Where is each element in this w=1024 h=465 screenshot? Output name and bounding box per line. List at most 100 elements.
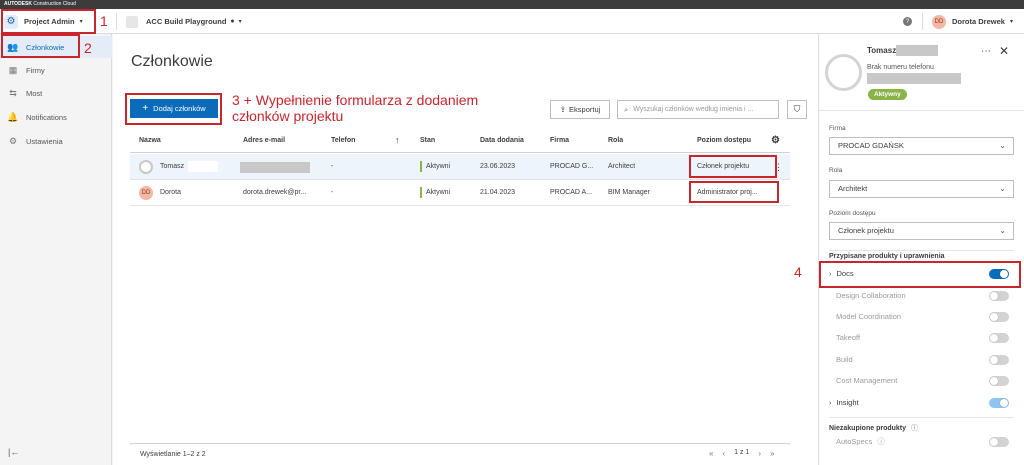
- sidebar-item-settings[interactable]: ⚙ Ustawienia: [0, 130, 112, 152]
- panel-member-name: Tomasz: [867, 46, 897, 55]
- avatar: DD: [139, 186, 153, 200]
- member-role: BIM Manager: [608, 189, 651, 196]
- autospecs-toggle[interactable]: [989, 437, 1009, 447]
- product-label: Design Collaboration: [836, 291, 906, 300]
- sidebar-item-label: Most: [26, 88, 43, 98]
- col-status[interactable]: Stan: [420, 128, 435, 153]
- column-settings-icon[interactable]: ⚙: [771, 128, 780, 153]
- sidebar: 👥 Członkowie ▦ Firmy ⇆ Most 🔔 Notificati…: [0, 34, 112, 465]
- close-icon[interactable]: ✕: [999, 44, 1009, 58]
- status-badge: Aktywny: [868, 89, 907, 100]
- role-select[interactable]: Architekt ⌄: [829, 180, 1014, 198]
- member-company: PROCAD G...: [550, 163, 594, 170]
- page-indicator: 1 z 1: [734, 449, 750, 456]
- export-icon: ⇪: [559, 105, 567, 114]
- annotation-box-4: [819, 261, 1021, 288]
- annotation-box-1: [1, 9, 96, 34]
- filter-button[interactable]: ⛉: [787, 100, 807, 119]
- product-model-coordination: Model Coordination: [829, 307, 1019, 327]
- company-label: Firma: [829, 125, 846, 132]
- member-detail-panel: Tomasz ⋯ ✕ Brak numeru telefonu Aktywny …: [818, 34, 1024, 465]
- sort-arrow-icon[interactable]: ↑: [395, 128, 400, 153]
- pagination: « ‹ 1 z 1 › »: [709, 449, 774, 458]
- last-page-icon[interactable]: »: [770, 449, 774, 458]
- annotation-4: 4: [794, 264, 802, 280]
- search-icon: ⌕: [624, 104, 629, 114]
- search-placeholder: Wyszukaj członków według imienia i ...: [633, 106, 754, 113]
- annotation-3: 3 + Wypełnienie formularza z dodaniem cz…: [232, 92, 479, 124]
- project-switcher[interactable]: ACC Build Playground ● ▾: [126, 9, 256, 34]
- model-coordination-toggle[interactable]: [989, 312, 1009, 322]
- product-takeoff: Takeoff: [829, 328, 1019, 348]
- help-icon: ?: [903, 17, 912, 26]
- panel-phone: Brak numeru telefonu: [867, 64, 934, 71]
- search-input[interactable]: ⌕ Wyszukaj członków według imienia i ...: [617, 100, 779, 119]
- member-role: Architect: [608, 163, 636, 170]
- pagination-summary: Wyświetlanie 1–2 z 2: [140, 451, 206, 458]
- member-name[interactable]: Dorota: [160, 180, 181, 206]
- collapse-sidebar-icon[interactable]: |←: [8, 447, 19, 457]
- sidebar-item-notifications[interactable]: 🔔 Notifications: [0, 106, 112, 128]
- annotation-box-access-1: [689, 155, 777, 178]
- member-name[interactable]: Tomasz: [160, 154, 184, 180]
- panel-more-icon[interactable]: ⋯: [981, 46, 991, 57]
- cost-management-toggle[interactable]: [989, 376, 1009, 386]
- sidebar-item-label: Firmy: [26, 65, 45, 75]
- member-phone: -: [331, 189, 334, 196]
- annotation-box-access-2: [689, 181, 779, 203]
- product-label: Insight: [836, 398, 859, 407]
- annotation-2: 2: [84, 40, 92, 56]
- redacted-email: [240, 162, 310, 173]
- status-text: Aktywni: [426, 163, 451, 170]
- export-button[interactable]: ⇪ Eksportuj: [550, 100, 610, 119]
- sidebar-item-companies[interactable]: ▦ Firmy: [0, 59, 112, 81]
- member-date: 23.06.2023: [480, 163, 516, 170]
- access-level-select[interactable]: Członek projektu ⌄: [829, 222, 1014, 240]
- col-phone[interactable]: Telefon: [331, 128, 355, 153]
- chevron-right-icon: ›: [829, 398, 832, 407]
- role-value: Architekt: [838, 184, 868, 193]
- sidebar-item-label: Ustawienia: [26, 136, 63, 146]
- product-insight[interactable]: › Insight: [829, 393, 1019, 413]
- next-page-icon[interactable]: ›: [758, 449, 761, 458]
- member-date: 21.04.2023: [480, 189, 516, 196]
- product-cost-management: Cost Management: [829, 371, 1019, 391]
- user-avatar: DD: [932, 14, 946, 29]
- annotation-box-3: [125, 93, 222, 125]
- project-name: ACC Build Playground: [146, 17, 227, 26]
- product-build: Build: [829, 350, 1019, 370]
- company-select[interactable]: PROCAD GDAŃSK ⌄: [829, 137, 1014, 155]
- col-company[interactable]: Firma: [550, 128, 569, 153]
- design-collaboration-toggle[interactable]: [989, 291, 1009, 301]
- info-icon: ⓘ: [877, 437, 885, 446]
- product-autospecs: AutoSpecs ⓘ: [829, 432, 1019, 452]
- first-page-icon[interactable]: «: [709, 449, 713, 458]
- project-icon: [126, 15, 138, 28]
- col-name[interactable]: Nazwa: [139, 128, 161, 153]
- takeoff-toggle[interactable]: [989, 333, 1009, 343]
- member-company: PROCAD A...: [550, 189, 593, 196]
- prev-page-icon[interactable]: ‹: [722, 449, 725, 458]
- access-level-label: Poziom dostępu: [829, 210, 876, 217]
- insight-toggle[interactable]: [989, 398, 1009, 408]
- chevron-down-icon: ▾: [238, 19, 242, 25]
- col-email[interactable]: Adres e-mail: [243, 128, 285, 153]
- product-label: Model Coordination: [836, 312, 902, 321]
- redacted-surname: [188, 161, 218, 172]
- unpurchased-heading-text: Niezakupione produkty: [829, 425, 907, 432]
- chevron-down-icon: ▾: [1009, 19, 1013, 25]
- col-role[interactable]: Rola: [608, 128, 623, 153]
- sidebar-item-bridge[interactable]: ⇆ Most: [0, 82, 112, 104]
- chevron-down-icon: ⌄: [999, 226, 1006, 235]
- build-toggle[interactable]: [989, 355, 1009, 365]
- member-phone: -: [331, 163, 334, 170]
- col-date-added[interactable]: Data dodania: [480, 128, 524, 153]
- user-menu[interactable]: DD Dorota Drewek ▾: [932, 9, 1013, 34]
- annotation-box-2: [1, 34, 80, 58]
- product-label: Build: [836, 355, 853, 364]
- access-level-value: Członek projektu: [838, 226, 894, 235]
- brand-name: AUTODESK: [4, 1, 32, 7]
- help-button[interactable]: ?: [903, 9, 912, 34]
- col-access-level[interactable]: Poziom dostępu: [697, 128, 751, 153]
- product-label: Cost Management: [836, 376, 898, 385]
